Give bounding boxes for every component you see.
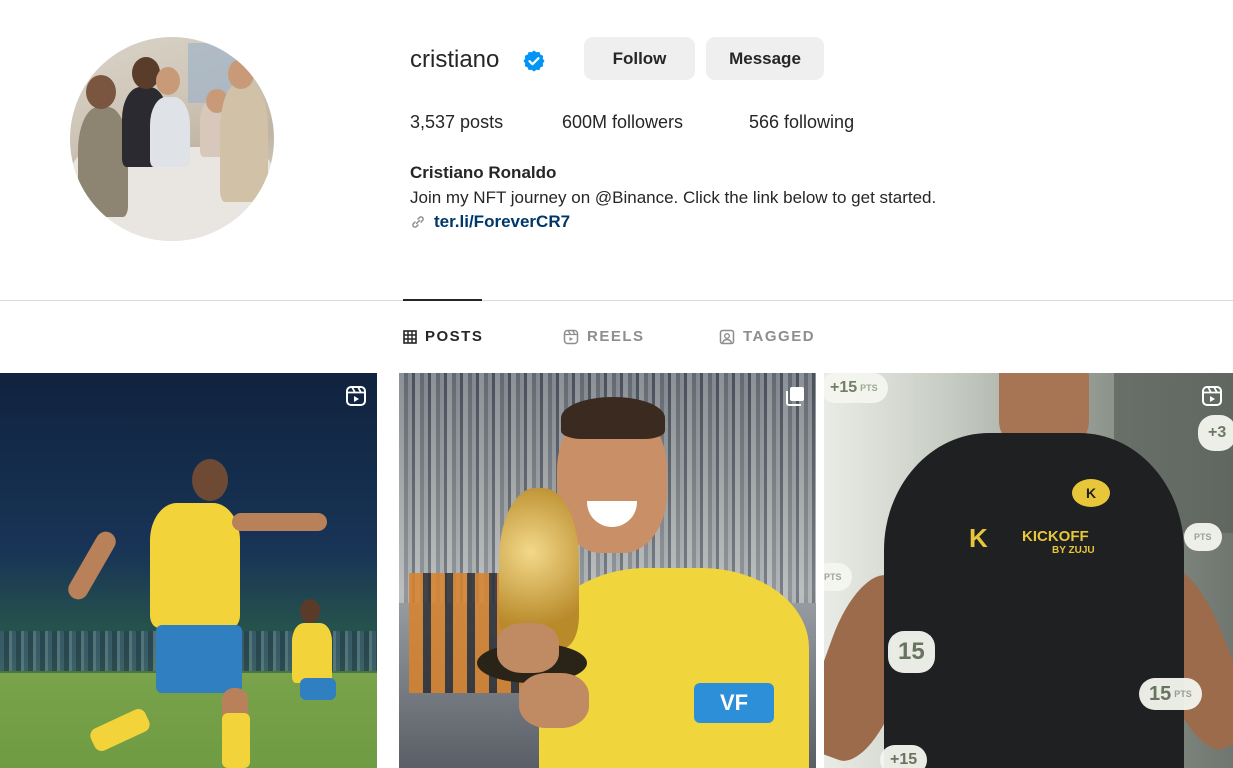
profile-avatar[interactable] [70,37,274,241]
tagged-icon [719,329,735,344]
post-thumbnail-1[interactable] [0,373,377,768]
captain-armband: VF [694,683,774,723]
tab-tagged-label: TAGGED [743,328,816,345]
avatar-person-head [228,59,254,89]
tab-reels-label: REELS [587,328,645,345]
posts-count: 3,537 posts [410,112,504,132]
points-pill: +15 PTS [824,373,888,403]
verified-badge-icon [523,50,545,72]
points-value: 15 [1149,682,1172,705]
profile-username: cristiano [410,46,500,73]
points-unit: PTS [1174,689,1192,699]
points-pill: PTS [1184,523,1222,551]
follow-button[interactable]: Follow [584,37,695,80]
points-unit: PTS [824,572,842,582]
following-count[interactable]: 566 following [749,112,854,133]
reels-icon [346,386,366,406]
tab-reels[interactable]: REELS [563,328,645,345]
kickoff-badge: K [1072,479,1110,507]
post-thumbnail-2[interactable]: VF [399,373,816,768]
points-pill: PTS [824,563,852,591]
points-pill: +3 [1198,415,1233,451]
tabs-divider [0,300,1233,301]
teammate-shorts [300,678,336,700]
points-pill: 15 PTS [1139,678,1202,710]
points-unit: PTS [860,383,878,393]
avatar-person [150,97,190,167]
grid-icon [403,329,417,344]
avatar-person-head [156,67,180,95]
avatar-person [220,82,268,202]
player-arm [232,513,327,531]
points-pill: 15 [888,631,935,673]
profile-bio: Join my NFT journey on @Binance. Click t… [410,188,937,207]
active-tab-indicator [403,299,482,301]
avatar-person-head [86,75,116,109]
tab-tagged[interactable]: TAGGED [719,328,815,345]
message-button[interactable]: Message [706,37,824,80]
player-hand [519,673,589,728]
link-icon [412,216,424,228]
teammate-head [300,599,320,623]
player-tshirt [884,433,1184,768]
points-pill: +15 [880,745,928,768]
kickoff-title: KICKOFF [1022,528,1089,545]
player-hair [561,397,665,439]
points-value: +15 [890,751,918,768]
player-sock [222,713,250,768]
player-jersey [150,503,240,628]
carousel-icon [786,387,804,406]
profile-full-name: Cristiano Ronaldo [410,163,557,182]
profile-link-text[interactable]: ter.li/ForeverCR7 [434,212,570,232]
profile-link[interactable]: ter.li/ForeverCR7 [410,212,570,232]
player-arm [64,528,120,603]
player-hand [497,623,559,673]
points-unit: PTS [1194,532,1212,542]
teammate-jersey [292,623,332,683]
kickoff-logo-text: KICKOFF BY ZUJU [1022,528,1095,558]
points-value: 15 [898,638,925,665]
kickoff-logo-mark: K [969,523,988,553]
points-value: +3 [1208,424,1227,441]
points-value: +15 [830,379,858,396]
tab-posts-label: POSTS [425,328,484,345]
reels-icon [563,329,579,344]
tab-posts[interactable]: POSTS [403,328,483,345]
player-head [192,459,228,501]
followers-count[interactable]: 600M followers [562,112,683,133]
avatar-person [78,107,128,217]
reels-icon [1202,386,1222,406]
player-shorts [156,625,242,693]
post-thumbnail-3[interactable]: K K KICKOFF BY ZUJU +15 PTS +3 PTS PTS 15… [824,373,1233,768]
kickoff-subtitle: BY ZUJU [1052,545,1095,556]
